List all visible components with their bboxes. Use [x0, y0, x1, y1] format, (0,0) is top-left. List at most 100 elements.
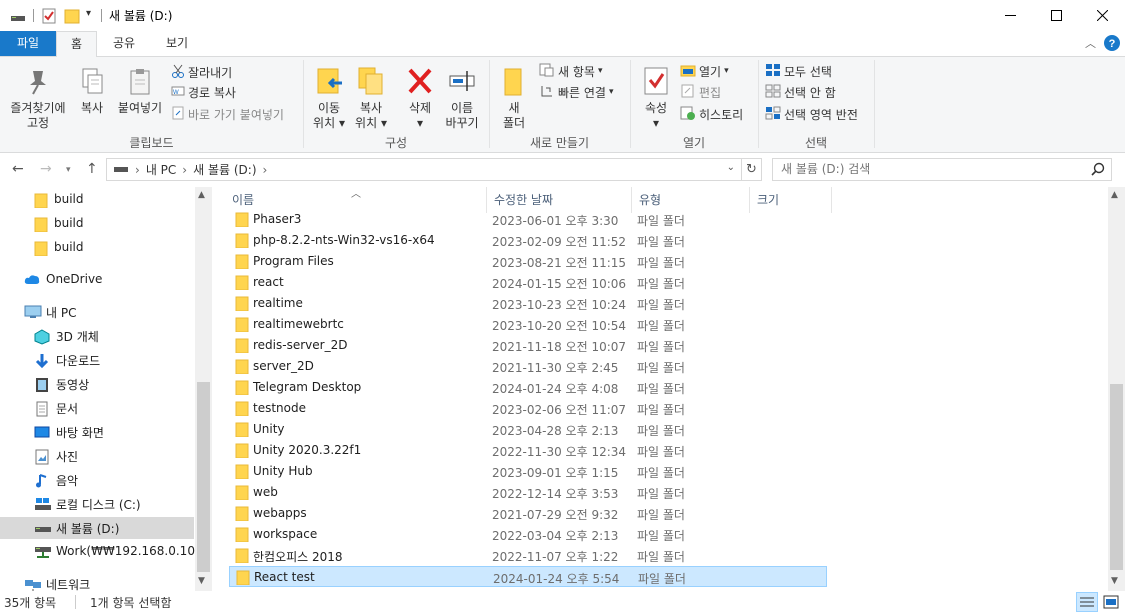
- folder-icon: [34, 241, 48, 259]
- file-row[interactable]: Unity Hub 2023-09-01 오후 1:15 파일 폴더: [229, 461, 827, 482]
- search-input[interactable]: 새 볼륨 (D:) 검색: [772, 158, 1112, 181]
- file-row[interactable]: Unity 2023-04-28 오후 2:13 파일 폴더: [229, 419, 827, 440]
- tab-share[interactable]: 공유: [101, 31, 147, 56]
- file-row[interactable]: workspace 2022-03-04 오후 2:13 파일 폴더: [229, 524, 827, 545]
- folder-icon: [235, 317, 249, 333]
- nav-item[interactable]: 바탕 화면: [0, 421, 194, 443]
- file-type: 파일 폴더: [637, 214, 685, 228]
- file-row[interactable]: Telegram Desktop 2024-01-24 오후 4:08 파일 폴더: [229, 377, 827, 398]
- nav-item[interactable]: build: [0, 213, 194, 235]
- cut-button[interactable]: 잘라내기: [171, 62, 232, 82]
- delete-button[interactable]: 삭제 ▾: [400, 65, 440, 131]
- file-row[interactable]: testnode 2023-02-06 오전 11:07 파일 폴더: [229, 398, 827, 419]
- scrollbar-thumb[interactable]: [197, 382, 210, 572]
- back-icon[interactable]: ←: [12, 161, 24, 177]
- properties-icon[interactable]: [41, 8, 57, 24]
- customize-toolbar-icon[interactable]: ▾: [86, 8, 91, 24]
- new-item-button[interactable]: 새 항목 ▾: [539, 61, 602, 81]
- search-placeholder: 새 볼륨 (D:) 검색: [781, 162, 871, 176]
- file-row[interactable]: web 2022-12-14 오후 3:53 파일 폴더: [229, 482, 827, 503]
- nav-item-label: OneDrive: [46, 272, 103, 286]
- scrollbar-thumb[interactable]: [1110, 384, 1123, 570]
- address-bar[interactable]: › 내 PC › 새 볼륨 (D:) › ⌄: [106, 158, 742, 181]
- desktop-icon: [34, 425, 50, 442]
- select-none-button[interactable]: 선택 안 함: [765, 82, 836, 102]
- file-row[interactable]: webapps 2021-07-29 오전 9:32 파일 폴더: [229, 503, 827, 524]
- nav-item-label: build: [54, 216, 84, 230]
- tab-view[interactable]: 보기: [150, 31, 204, 56]
- file-row[interactable]: 한컴오피스 2018 2022-11-07 오후 1:22 파일 폴더: [229, 545, 827, 566]
- maximize-button[interactable]: [1033, 0, 1079, 31]
- nav-item[interactable]: build: [0, 189, 194, 211]
- file-row[interactable]: redis-server_2D 2021-11-18 오전 10:07 파일 폴더: [229, 335, 827, 356]
- nav-item[interactable]: 3D 개체: [0, 325, 194, 347]
- file-row[interactable]: Unity 2020.3.22f1 2022-11-30 오후 12:34 파일 폴…: [229, 440, 827, 461]
- paste-button[interactable]: 붙여넣기: [113, 67, 167, 116]
- copy-button[interactable]: 복사: [74, 67, 110, 116]
- file-row[interactable]: Phaser3 2023-06-01 오후 3:30 파일 폴더: [229, 209, 827, 230]
- pin-to-quick-access-button[interactable]: 즐겨찾기에 고정: [6, 67, 70, 131]
- refresh-button[interactable]: ↻: [742, 158, 762, 181]
- select-all-button[interactable]: 모두 선택: [765, 61, 832, 81]
- file-list: ︿ 이름 수정한 날짜 유형 크기 Phaser3 2023-06-01 오후 3…: [212, 187, 1108, 591]
- copy-path-button[interactable]: W 경로 복사: [171, 82, 236, 102]
- properties-button[interactable]: 속성 ▾: [638, 65, 674, 131]
- video-icon: [34, 377, 50, 396]
- large-icons-view-button[interactable]: [1100, 592, 1122, 612]
- file-row[interactable]: react 2024-01-15 오전 10:06 파일 폴더: [229, 272, 827, 293]
- file-type: 파일 폴더: [637, 361, 685, 375]
- scroll-up-icon: ▲: [1111, 190, 1118, 200]
- address-dropdown-icon[interactable]: ⌄: [727, 162, 735, 173]
- tab-file[interactable]: 파일: [0, 31, 56, 56]
- nav-item[interactable]: 네트워크: [0, 573, 194, 591]
- breadcrumb-my-pc[interactable]: 내 PC: [146, 161, 176, 178]
- collapse-ribbon-icon[interactable]: ︿: [1085, 35, 1096, 51]
- file-list-scrollbar[interactable]: ▲ ▼: [1108, 187, 1125, 591]
- tab-home[interactable]: 홈: [56, 31, 97, 57]
- close-button[interactable]: [1079, 0, 1125, 31]
- edit-button[interactable]: 편집: [680, 82, 721, 102]
- nav-item[interactable]: 문서: [0, 397, 194, 419]
- breadcrumb-volume-d[interactable]: 새 볼륨 (D:): [193, 161, 256, 178]
- rename-button[interactable]: 이름 바꾸기: [442, 65, 482, 131]
- nav-item[interactable]: 다운로드: [0, 349, 194, 371]
- move-to-button[interactable]: 이동 위치 ▾: [308, 65, 350, 131]
- nav-item[interactable]: 사진: [0, 445, 194, 467]
- nav-item[interactable]: 내 PC: [0, 301, 194, 323]
- new-folder-button[interactable]: 새 폴더: [494, 65, 534, 131]
- paste-shortcut-button[interactable]: 바로 가기 붙여넣기: [171, 104, 284, 124]
- nav-item[interactable]: 새 볼륨 (D:): [0, 517, 194, 539]
- copy-path-icon: W: [171, 84, 185, 101]
- ribbon-tabs: 파일 홈 공유 보기 ︿ ?: [0, 31, 1125, 57]
- up-icon[interactable]: ↑: [86, 161, 98, 177]
- details-view-button[interactable]: [1076, 592, 1098, 612]
- nav-item[interactable]: 동영상: [0, 373, 194, 395]
- file-name: react: [253, 275, 284, 289]
- 3d-objects-icon: [34, 329, 50, 348]
- recent-locations-icon[interactable]: ▾: [66, 165, 71, 175]
- help-icon[interactable]: ?: [1104, 35, 1120, 54]
- nav-item[interactable]: 음악: [0, 469, 194, 491]
- open-button[interactable]: 열기 ▾: [680, 61, 729, 81]
- folder-icon: [235, 212, 249, 228]
- nav-item[interactable]: OneDrive: [0, 269, 194, 291]
- file-row[interactable]: React test 2024-01-24 오후 5:54 파일 폴더: [229, 566, 827, 587]
- file-row[interactable]: server_2D 2021-11-30 오후 2:45 파일 폴더: [229, 356, 827, 377]
- status-bar: 35개 항목 1개 항목 선택함: [0, 591, 1125, 613]
- invert-selection-button[interactable]: 선택 영역 반전: [765, 104, 858, 124]
- nav-item[interactable]: Work(₩₩192.168.0.100) (: [0, 541, 212, 563]
- file-row[interactable]: php-8.2.2-nts-Win32-vs16-x64 2023-02-09 오…: [229, 230, 827, 251]
- copy-to-button[interactable]: 복사 위치 ▾: [350, 65, 392, 131]
- file-row[interactable]: realtime 2023-10-23 오전 10:24 파일 폴더: [229, 293, 827, 314]
- new-folder-icon[interactable]: [64, 8, 80, 24]
- nav-item[interactable]: 로컬 디스크 (C:): [0, 493, 194, 515]
- window-title: 새 볼륨 (D:): [109, 9, 173, 23]
- forward-icon[interactable]: →: [40, 161, 52, 177]
- nav-scrollbar[interactable]: ▲ ▼: [195, 187, 212, 591]
- file-row[interactable]: Program Files 2023-08-21 오전 11:15 파일 폴더: [229, 251, 827, 272]
- easy-access-button[interactable]: 빠른 연결 ▾: [539, 82, 614, 102]
- nav-item[interactable]: build: [0, 237, 194, 259]
- file-row[interactable]: realtimewebrtc 2023-10-20 오전 10:54 파일 폴더: [229, 314, 827, 335]
- minimize-button[interactable]: [987, 0, 1033, 31]
- history-button[interactable]: 히스토리: [680, 104, 743, 124]
